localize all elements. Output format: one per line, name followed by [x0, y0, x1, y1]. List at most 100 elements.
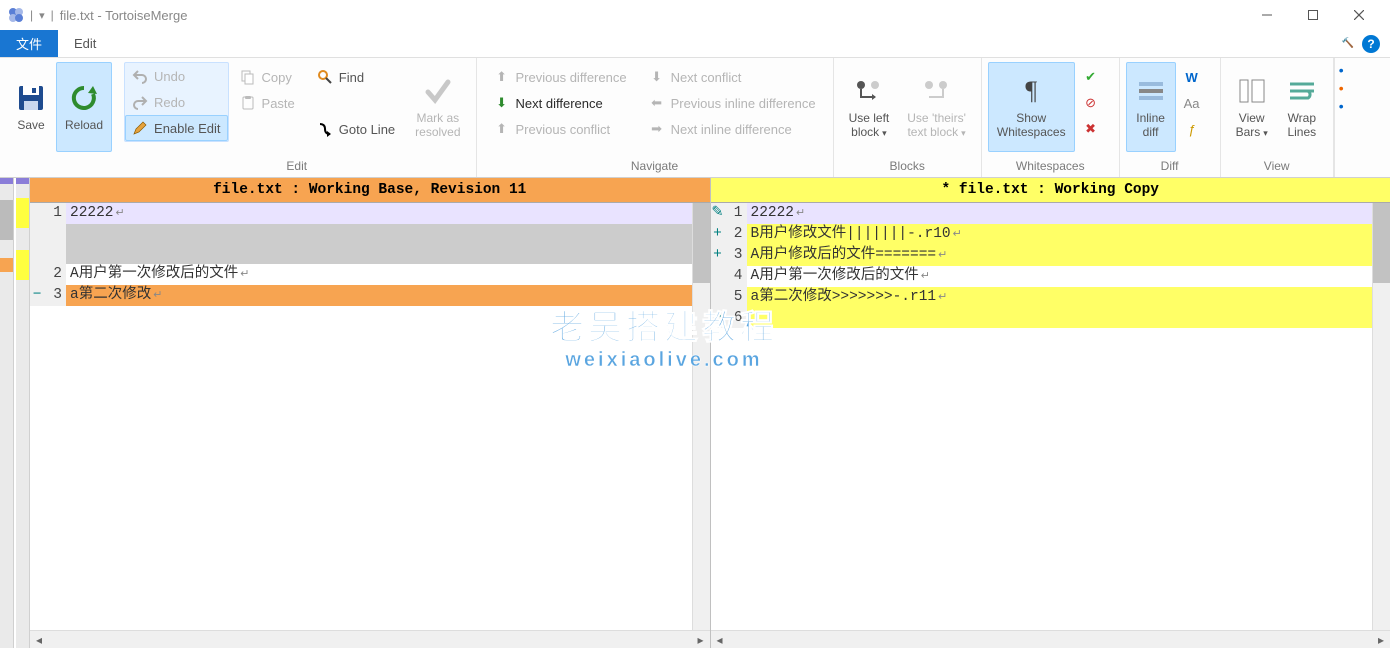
use-left-icon	[853, 75, 885, 107]
group-label-navigate: Navigate	[483, 156, 827, 177]
chevron-down-icon: ▾	[1263, 128, 1268, 138]
left-pane: file.txt : Working Base, Revision 11 122…	[30, 178, 711, 648]
case-icon: Aa	[1184, 95, 1200, 111]
reload-button[interactable]: Reload	[56, 62, 112, 152]
mark-resolved-button[interactable]: Mark as resolved	[406, 62, 469, 152]
menu-edit[interactable]: Edit	[58, 30, 112, 57]
arrow-right-icon: ➡	[649, 121, 665, 137]
collapse-ribbon-icon[interactable]: 🔨	[1342, 38, 1354, 49]
inline-diff-icon	[1135, 75, 1167, 107]
checkmark-icon	[422, 75, 454, 107]
arrow-down-green-icon: ⬇	[494, 95, 510, 111]
right-hscrollbar[interactable]: ◂▸	[711, 630, 1390, 648]
view-bars-icon	[1236, 75, 1268, 107]
code-line[interactable]: 5a第二次修改>>>>>>>-.r11↵	[711, 287, 1373, 308]
group-label-whitespaces: Whitespaces	[988, 156, 1113, 177]
group-label-view: View	[1227, 156, 1327, 177]
reload-icon	[68, 82, 100, 114]
left-vscrollbar[interactable]	[692, 203, 710, 630]
paste-icon	[240, 95, 256, 111]
prev-inline-button[interactable]: ⬅Previous inline difference	[642, 90, 823, 116]
app-icon	[8, 7, 24, 23]
save-icon	[15, 82, 47, 114]
right-vscrollbar[interactable]	[1372, 203, 1390, 630]
title-document: file.txt	[60, 8, 94, 23]
left-minimap-b[interactable]	[16, 178, 30, 648]
ignore-whitespace-button[interactable]: ⊘	[1079, 90, 1109, 116]
paste-button[interactable]: Paste	[233, 90, 302, 116]
menubar: 文件 Edit 🔨 ?	[0, 30, 1390, 58]
arrow-up-icon: ⬆	[494, 69, 510, 85]
redo-icon	[132, 94, 148, 110]
view-bars-button[interactable]: View Bars▾	[1227, 62, 1277, 152]
arrow-left-icon: ⬅	[649, 95, 665, 111]
copy-button[interactable]: Copy	[233, 64, 302, 90]
prev-conflict-button[interactable]: ⬆Previous conflict	[487, 116, 634, 142]
left-content[interactable]: 122222↵ 2A用户第一次修改后的文件↵−3a第二次修改↵	[30, 203, 692, 630]
left-hscrollbar[interactable]: ◂▸	[30, 630, 710, 648]
pencil-icon	[132, 120, 148, 136]
code-line[interactable]: +2B用户修改文件|||||||-.r10↵	[711, 224, 1373, 245]
right-pane: * file.txt : Working Copy ✎122222↵+2B用户修…	[711, 178, 1390, 648]
show-whitespaces-button[interactable]: ¶ Show Whitespaces	[988, 62, 1075, 152]
next-diff-button[interactable]: ⬇Next difference	[487, 90, 634, 116]
window-close-button[interactable]	[1336, 0, 1382, 30]
diff-option-1-button[interactable]: W	[1180, 64, 1210, 90]
save-button[interactable]: Save	[6, 62, 56, 152]
right-content[interactable]: ✎122222↵+2B用户修改文件|||||||-.r10↵+3A用户修改后的文…	[711, 203, 1373, 630]
compare-whitespace-button[interactable]: ✔	[1079, 64, 1109, 90]
diff-workarea: file.txt : Working Base, Revision 11 122…	[0, 178, 1390, 648]
arrow-up-icon: ⬆	[494, 121, 510, 137]
code-line[interactable]	[30, 224, 692, 264]
goto-icon	[317, 121, 333, 137]
ignore-all-whitespace-button[interactable]: ✖	[1079, 116, 1109, 142]
enable-edit-button[interactable]: Enable Edit	[125, 115, 228, 141]
find-button[interactable]: Find	[310, 64, 402, 90]
left-minimap-a[interactable]	[0, 178, 14, 648]
chevron-down-icon: ▾	[961, 128, 966, 138]
code-line[interactable]: 2A用户第一次修改后的文件↵	[30, 264, 692, 285]
undo-button[interactable]: Undo	[125, 63, 228, 89]
ribbon: Save Reload Undo Redo	[0, 58, 1390, 178]
search-icon	[317, 69, 333, 85]
left-pane-title: file.txt : Working Base, Revision 11	[30, 178, 710, 203]
use-left-block-button[interactable]: Use left block▾	[840, 62, 899, 152]
help-icon[interactable]: ?	[1362, 35, 1380, 53]
wrap-lines-button[interactable]: Wrap Lines	[1277, 62, 1327, 152]
code-line[interactable]: 4A用户第一次修改后的文件↵	[711, 266, 1373, 287]
ribbon-overflow[interactable]: • • •	[1334, 58, 1348, 177]
inline-diff-button[interactable]: Inline diff	[1126, 62, 1176, 152]
menu-file[interactable]: 文件	[0, 30, 58, 57]
code-line[interactable]: +3A用户修改后的文件=======↵	[711, 245, 1373, 266]
code-line[interactable]: +6	[711, 308, 1373, 328]
w-blue-icon: W	[1184, 69, 1200, 85]
use-theirs-block-button[interactable]: Use 'theirs' text block▾	[898, 62, 975, 152]
red-circle-icon: ⊘	[1083, 95, 1099, 111]
titlebar: | ▾ | file.txt - TortoiseMerge	[0, 0, 1390, 30]
undo-icon	[132, 68, 148, 84]
redo-button[interactable]: Redo	[125, 89, 228, 115]
window-minimize-button[interactable]	[1244, 0, 1290, 30]
code-line[interactable]: ✎122222↵	[711, 203, 1373, 224]
arrow-down-icon: ⬇	[649, 69, 665, 85]
wrap-icon	[1286, 75, 1318, 107]
group-label-edit: Edit	[124, 156, 469, 177]
use-theirs-icon	[921, 75, 953, 107]
title-appname: TortoiseMerge	[105, 8, 187, 23]
copy-icon	[240, 69, 256, 85]
next-conflict-button[interactable]: ⬇Next conflict	[642, 64, 823, 90]
goto-line-button[interactable]: Goto Line	[310, 116, 402, 142]
prev-diff-button[interactable]: ⬆Previous difference	[487, 64, 634, 90]
green-check-icon: ✔	[1083, 69, 1099, 85]
diff-option-2-button[interactable]: Aa	[1180, 90, 1210, 116]
group-label-diff: Diff	[1126, 156, 1214, 177]
group-label-blocks: Blocks	[840, 156, 975, 177]
right-pane-title: * file.txt : Working Copy	[711, 178, 1390, 203]
window-maximize-button[interactable]	[1290, 0, 1336, 30]
code-line[interactable]: 122222↵	[30, 203, 692, 224]
diff-option-3-button[interactable]: ƒ	[1180, 116, 1210, 142]
code-line[interactable]: −3a第二次修改↵	[30, 285, 692, 306]
filter-icon: ƒ	[1184, 121, 1200, 137]
red-x-icon: ✖	[1083, 121, 1099, 137]
next-inline-button[interactable]: ➡Next inline difference	[642, 116, 823, 142]
